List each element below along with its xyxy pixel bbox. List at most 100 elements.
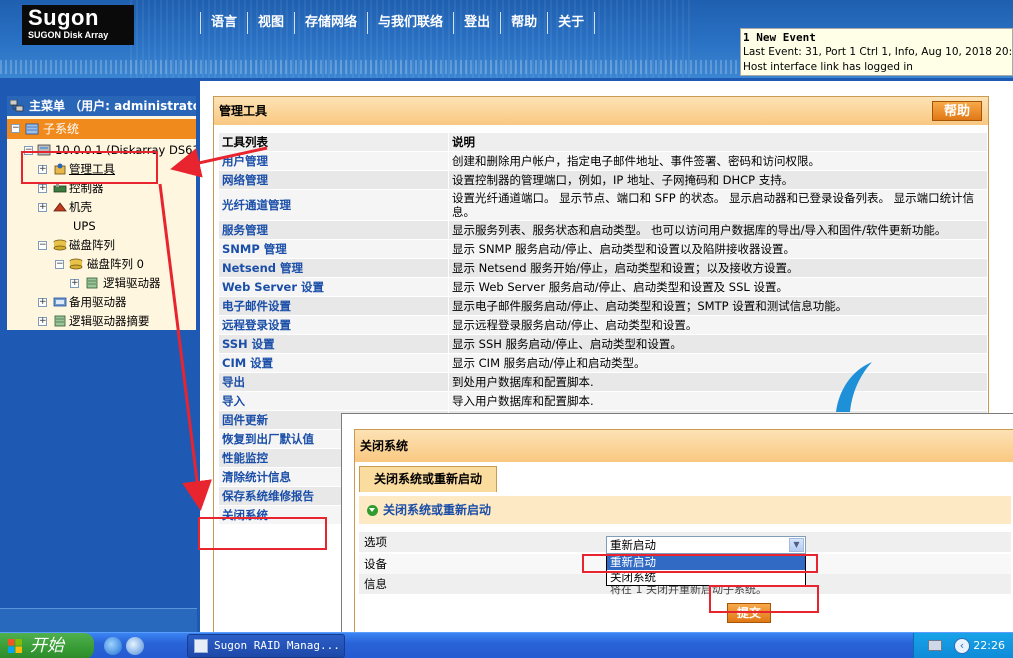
logo-subtitle: SUGON Disk Array	[28, 30, 109, 40]
tool-link[interactable]: CIM 设置	[218, 353, 449, 373]
quick-launch-icon[interactable]	[126, 637, 144, 655]
table-row: CIM 设置 显示 CIM 服务启动/停止和启动类型。	[218, 353, 988, 373]
tool-link[interactable]: 网络管理	[218, 170, 449, 190]
option-select-value: 重新启动	[610, 538, 656, 552]
tool-description: 创建和删除用户帐户，指定电子邮件地址、事件签署、密码和访问权限。	[448, 151, 988, 171]
tool-description: 设置光纤通道端口。 显示节点、端口和 SFP 的状态。 显示启动器和已登录设备列…	[448, 189, 988, 221]
tool-link[interactable]: 电子邮件设置	[218, 296, 449, 316]
chevron-down-icon[interactable]: ▼	[789, 538, 804, 552]
collapse-icon[interactable]: −	[55, 260, 64, 269]
device-label: 设备	[364, 557, 387, 571]
nav-language[interactable]: 语言	[200, 12, 247, 34]
taskbar-task-sugon[interactable]: Sugon RAID Manag...	[187, 634, 345, 658]
nav-help[interactable]: 帮助	[500, 12, 547, 34]
clock: 22:26	[973, 639, 1005, 652]
nav-view[interactable]: 视图	[247, 12, 294, 34]
help-button[interactable]: 帮助	[932, 101, 982, 121]
annotation-box-admin-tools	[21, 151, 158, 184]
tree-item-logical-drive[interactable]: + 逻辑驱动器	[7, 274, 196, 293]
ie-icon[interactable]	[104, 637, 122, 655]
event-title: 1 New Event	[743, 31, 816, 44]
expand-icon[interactable]: +	[38, 298, 47, 307]
system-tray: ‹ 22:26	[913, 633, 1013, 658]
nav-storage-network[interactable]: 存储网络	[294, 12, 367, 34]
tree-item-label: UPS	[73, 219, 96, 233]
annotation-box-shutdown-link	[198, 517, 327, 550]
column-header-tools: 工具列表	[218, 132, 449, 152]
tool-link[interactable]: 光纤通道管理	[218, 189, 449, 221]
tool-link[interactable]: 导出	[218, 372, 449, 392]
tool-description: 显示 Netsend 服务开始/停止，启动类型和设置；以及接收方设置。	[448, 258, 988, 278]
panel-title-text: 管理工具	[219, 104, 268, 118]
tree-item-spare-drive[interactable]: + 备用驱动器	[7, 293, 196, 312]
nav-logout[interactable]: 登出	[453, 12, 500, 34]
expand-icon[interactable]: +	[38, 317, 47, 326]
shutdown-title: 关闭系统	[355, 430, 1013, 462]
network-icon[interactable]	[928, 640, 942, 651]
table-row: Web Server 设置 显示 Web Server 服务启动/停止、启动类型和…	[218, 277, 988, 297]
shutdown-panel: 关闭系统 关闭系统或重新启动 关闭系统或重新启动 选项 设备 信息 将在 1 关…	[354, 429, 1013, 635]
left-pane-bottom	[0, 608, 197, 632]
expand-icon[interactable]: +	[38, 203, 47, 212]
tool-link[interactable]: Web Server 设置	[218, 277, 449, 297]
collapse-section-icon[interactable]	[367, 505, 378, 516]
logical-drive-icon	[54, 315, 66, 327]
tool-description: 显示 CIM 服务启动/停止和启动类型。	[448, 353, 988, 373]
tool-link[interactable]: 用户管理	[218, 151, 449, 171]
nav-about[interactable]: 关于	[547, 12, 596, 34]
expand-icon[interactable]: +	[70, 279, 79, 288]
tree-item-enclosure[interactable]: + 机壳	[7, 198, 196, 217]
tool-link[interactable]: Netsend 管理	[218, 258, 449, 278]
tool-description: 到处用户数据库和配置脚本.	[448, 372, 988, 392]
logo-title: Sugon	[28, 5, 99, 30]
option-select[interactable]: 重新启动 ▼	[606, 536, 806, 554]
event-message: Host interface link has logged in	[743, 61, 913, 73]
tree-item-disk-array-0[interactable]: − 磁盘阵列 0	[7, 255, 196, 274]
table-row: 远程登录设置 显示远程登录服务启动/停止、启动类型和设置。	[218, 315, 988, 335]
tool-link[interactable]: 导入	[218, 391, 449, 411]
tree-subsystem-label: 子系统	[43, 122, 80, 136]
tree-item-logical-summary[interactable]: + 逻辑驱动器摘要	[7, 312, 196, 330]
start-button[interactable]: 开始	[0, 633, 94, 658]
table-row: 导入 导入用户数据库和配置脚本.	[218, 391, 988, 411]
tool-link[interactable]: 服务管理	[218, 220, 449, 240]
tool-description: 显示 Web Server 服务启动/停止、启动类型和设置及 SSL 设置。	[448, 277, 988, 297]
shutdown-frame: 关闭系统 关闭系统或重新启动 关闭系统或重新启动 选项 设备 信息 将在 1 关…	[341, 413, 1013, 635]
disk-stack-icon	[69, 258, 83, 270]
panel-title: 管理工具 帮助	[214, 97, 988, 125]
section-title: 关闭系统或重新启动	[383, 503, 492, 517]
app-window-icon	[194, 639, 208, 653]
task-label: Sugon RAID Manag...	[214, 639, 340, 652]
tree-item-label: 备用驱动器	[69, 295, 127, 309]
spare-drive-icon	[53, 297, 67, 307]
table-row: SNMP 管理 显示 SNMP 服务启动/停止、启动类型和设置以及陷阱接收器设置。	[218, 239, 988, 259]
tool-description: 显示 SSH 服务启动/停止、启动类型和设置。	[448, 334, 988, 354]
event-notification[interactable]: 1 New Event Last Event: 31, Port 1 Ctrl …	[740, 28, 1013, 76]
tree-header: 主菜单 （用户: administrator)	[7, 96, 196, 116]
tool-link[interactable]: SSH 设置	[218, 334, 449, 354]
section-header: 关闭系统或重新启动	[359, 496, 1011, 524]
start-label: 开始	[30, 636, 64, 655]
chevron-left-icon[interactable]: ‹	[954, 638, 970, 654]
collapse-icon[interactable]: −	[38, 241, 47, 250]
column-header-description: 说明	[448, 132, 988, 152]
tree-item-label: 逻辑驱动器	[103, 276, 161, 290]
annotation-box-shutdown-option	[582, 554, 818, 573]
tree-item-label: 逻辑驱动器摘要	[69, 314, 150, 328]
table-row: 导出 到处用户数据库和配置脚本.	[218, 372, 988, 392]
tree-subsystem[interactable]: − 子系统	[7, 119, 196, 139]
collapse-icon[interactable]: −	[11, 124, 20, 133]
tool-link[interactable]: 远程登录设置	[218, 315, 449, 335]
nav-contact[interactable]: 与我们联络	[367, 12, 453, 34]
tool-description: 显示服务列表、服务状态和启动类型。 也可以访问用户数据库的导出/导入和固件/软件…	[448, 220, 988, 240]
tree-item-disk-arrays[interactable]: − 磁盘阵列	[7, 236, 196, 255]
tree-header-label: 主菜单 （用户: administrator)	[29, 99, 196, 113]
table-row: 电子邮件设置 显示电子邮件服务启动/停止、启动类型和设置；SMTP 设置和测试信息…	[218, 296, 988, 316]
expand-icon[interactable]: +	[38, 184, 47, 193]
table-row: Netsend 管理 显示 Netsend 服务开始/停止，启动类型和设置；以及接…	[218, 258, 988, 278]
tree-item-ups[interactable]: UPS	[7, 217, 196, 236]
tab-shutdown-restart[interactable]: 关闭系统或重新启动	[359, 466, 497, 492]
table-row: 用户管理 创建和删除用户帐户，指定电子邮件地址、事件签署、密码和访问权限。	[218, 151, 988, 171]
sugon-logo: Sugon SUGON Disk Array	[22, 5, 134, 45]
tool-link[interactable]: SNMP 管理	[218, 239, 449, 259]
